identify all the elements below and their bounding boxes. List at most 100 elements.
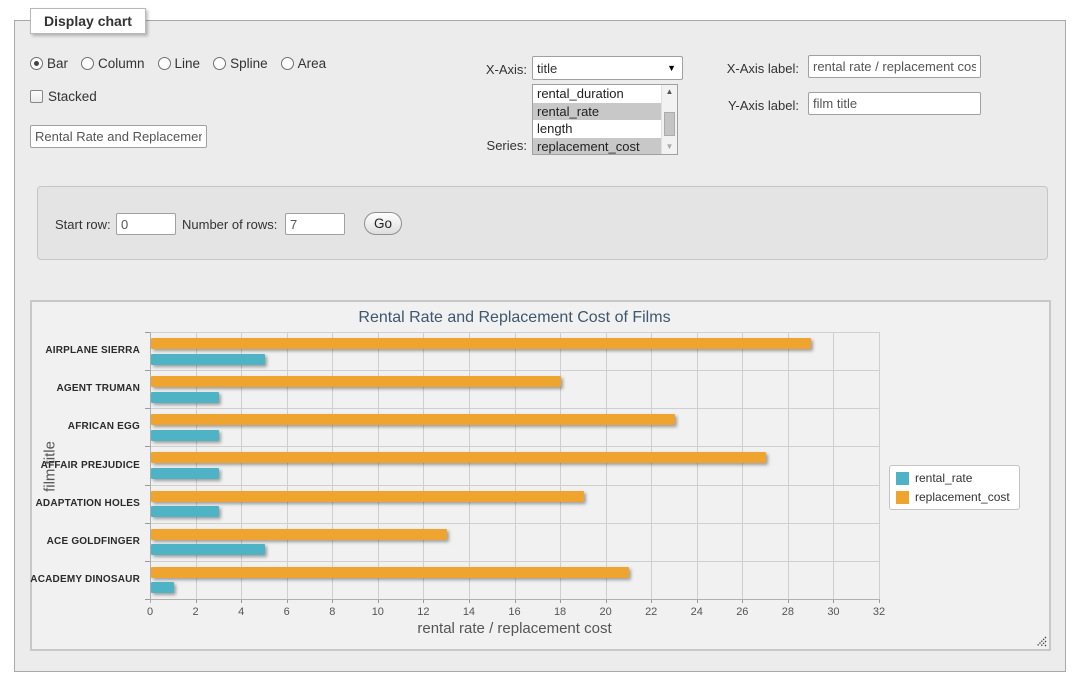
- bar-replacement_cost: [151, 491, 584, 502]
- gridline-y: [150, 332, 879, 333]
- gridline-x: [469, 332, 470, 599]
- x-tick-label: 2: [181, 606, 211, 618]
- bar-rental_rate: [151, 468, 219, 479]
- chart-title-input[interactable]: [30, 125, 207, 148]
- legend-swatch-icon: [896, 472, 909, 485]
- bar-replacement_cost: [151, 376, 561, 387]
- bar-replacement_cost: [151, 414, 675, 425]
- chart-container: Rental Rate and Replacement Cost of Film…: [30, 300, 1051, 651]
- chart-legend: rental_rate replacement_cost: [889, 465, 1020, 510]
- series-option-rental_rate[interactable]: rental_rate: [533, 103, 661, 121]
- legend-swatch-icon: [896, 491, 909, 504]
- radio-icon[interactable]: [281, 57, 294, 70]
- go-button[interactable]: Go: [364, 212, 402, 235]
- gridline-x: [742, 332, 743, 599]
- x-axis-caption: X-Axis:: [427, 62, 527, 78]
- bar-rental_rate: [151, 544, 265, 555]
- gridline-x: [788, 332, 789, 599]
- chart-type-label[interactable]: Bar: [47, 56, 68, 71]
- bar-rental_rate: [151, 430, 219, 441]
- x-tick-label: 4: [226, 606, 256, 618]
- bar-rental_rate: [151, 354, 265, 365]
- stacked-checkbox[interactable]: [30, 90, 43, 103]
- x-tick-label: 20: [591, 606, 621, 618]
- y-axis-label-caption: Y-Axis label:: [659, 98, 799, 114]
- bar-replacement_cost: [151, 452, 766, 463]
- gridline-x: [332, 332, 333, 599]
- gridline-x: [833, 332, 834, 599]
- x-axis-line: [150, 599, 880, 600]
- stacked-label[interactable]: Stacked: [48, 89, 97, 104]
- start-row-caption: Start row:: [55, 217, 111, 233]
- x-tick-label: 10: [363, 606, 393, 618]
- bar-rental_rate: [151, 506, 219, 517]
- gridline-x: [423, 332, 424, 599]
- resize-handle-icon[interactable]: [1036, 636, 1047, 647]
- scroll-up-icon[interactable]: ▲: [662, 85, 677, 99]
- chart-type-spline[interactable]: Spline: [213, 56, 268, 71]
- gridline-x: [651, 332, 652, 599]
- series-caption: Series:: [427, 138, 527, 154]
- x-axis-label-input[interactable]: [808, 55, 981, 78]
- series-option-replacement_cost[interactable]: replacement_cost: [533, 138, 661, 156]
- chart-type-bar[interactable]: Bar: [30, 56, 68, 71]
- chart-type-group: Bar Column Line Spline Area: [30, 56, 326, 71]
- x-tick-label: 30: [818, 606, 848, 618]
- series-option-rental_duration[interactable]: rental_duration: [533, 85, 661, 103]
- category-label: AIRPLANE SIERRA: [30, 345, 140, 356]
- gridline-y: [150, 408, 879, 409]
- legend-label: rental_rate: [915, 471, 972, 485]
- radio-icon[interactable]: [81, 57, 94, 70]
- num-rows-input[interactable]: [285, 213, 345, 235]
- gridline-x: [241, 332, 242, 599]
- y-axis-label-input[interactable]: [808, 92, 981, 115]
- start-row-input[interactable]: [116, 213, 176, 235]
- gridline-y: [150, 446, 879, 447]
- chart-type-label[interactable]: Spline: [230, 56, 268, 71]
- category-label: ACE GOLDFINGER: [30, 536, 140, 547]
- category-label: ACADEMY DINOSAUR: [30, 574, 140, 585]
- chart-type-line[interactable]: Line: [158, 56, 201, 71]
- legend-item-replacement_cost[interactable]: replacement_cost: [896, 490, 1010, 504]
- page: Display chart BarColumnLineSplineArea St…: [0, 0, 1081, 681]
- category-label: AGENT TRUMAN: [30, 383, 140, 394]
- gridline-x: [196, 332, 197, 599]
- x-axis-selected-value: title: [537, 61, 557, 76]
- scrollbar-thumb[interactable]: [664, 112, 675, 136]
- bar-replacement_cost: [151, 338, 811, 349]
- bar-rental_rate: [151, 582, 174, 593]
- x-tick-label: 26: [727, 606, 757, 618]
- gridline-x: [287, 332, 288, 599]
- bar-rental_rate: [151, 392, 219, 403]
- gridline-x: [378, 332, 379, 599]
- x-tick-label: 24: [682, 606, 712, 618]
- x-axis-title: rental rate / replacement cost: [150, 620, 879, 637]
- x-tick-label: 32: [864, 606, 894, 618]
- chart-type-column[interactable]: Column: [81, 56, 145, 71]
- series-listbox[interactable]: rental_durationrental_ratelengthreplacem…: [532, 84, 678, 155]
- chart-type-label[interactable]: Column: [98, 56, 145, 71]
- x-tick-label: 22: [636, 606, 666, 618]
- series-option-length[interactable]: length: [533, 120, 661, 138]
- gridline-y: [150, 561, 879, 562]
- gridline-x: [697, 332, 698, 599]
- chart-type-label[interactable]: Area: [298, 56, 327, 71]
- radio-icon[interactable]: [213, 57, 226, 70]
- radio-icon[interactable]: [158, 57, 171, 70]
- stacked-option[interactable]: Stacked: [30, 89, 97, 104]
- y-axis-title: film title: [42, 407, 59, 527]
- chart-type-label[interactable]: Line: [175, 56, 201, 71]
- bar-replacement_cost: [151, 529, 447, 540]
- legend-label: replacement_cost: [915, 490, 1010, 504]
- chart-type-area[interactable]: Area: [281, 56, 327, 71]
- gridline-x: [606, 332, 607, 599]
- series-options: rental_durationrental_ratelengthreplacem…: [533, 85, 661, 154]
- x-tick-label: 6: [272, 606, 302, 618]
- radio-icon[interactable]: [30, 57, 43, 70]
- series-scrollbar[interactable]: ▲ ▼: [661, 85, 677, 154]
- gridline-x: [879, 332, 880, 599]
- scroll-down-icon[interactable]: ▼: [662, 140, 677, 154]
- x-axis-label-caption: X-Axis label:: [659, 61, 799, 77]
- legend-item-rental_rate[interactable]: rental_rate: [896, 471, 1010, 485]
- gridline-x: [515, 332, 516, 599]
